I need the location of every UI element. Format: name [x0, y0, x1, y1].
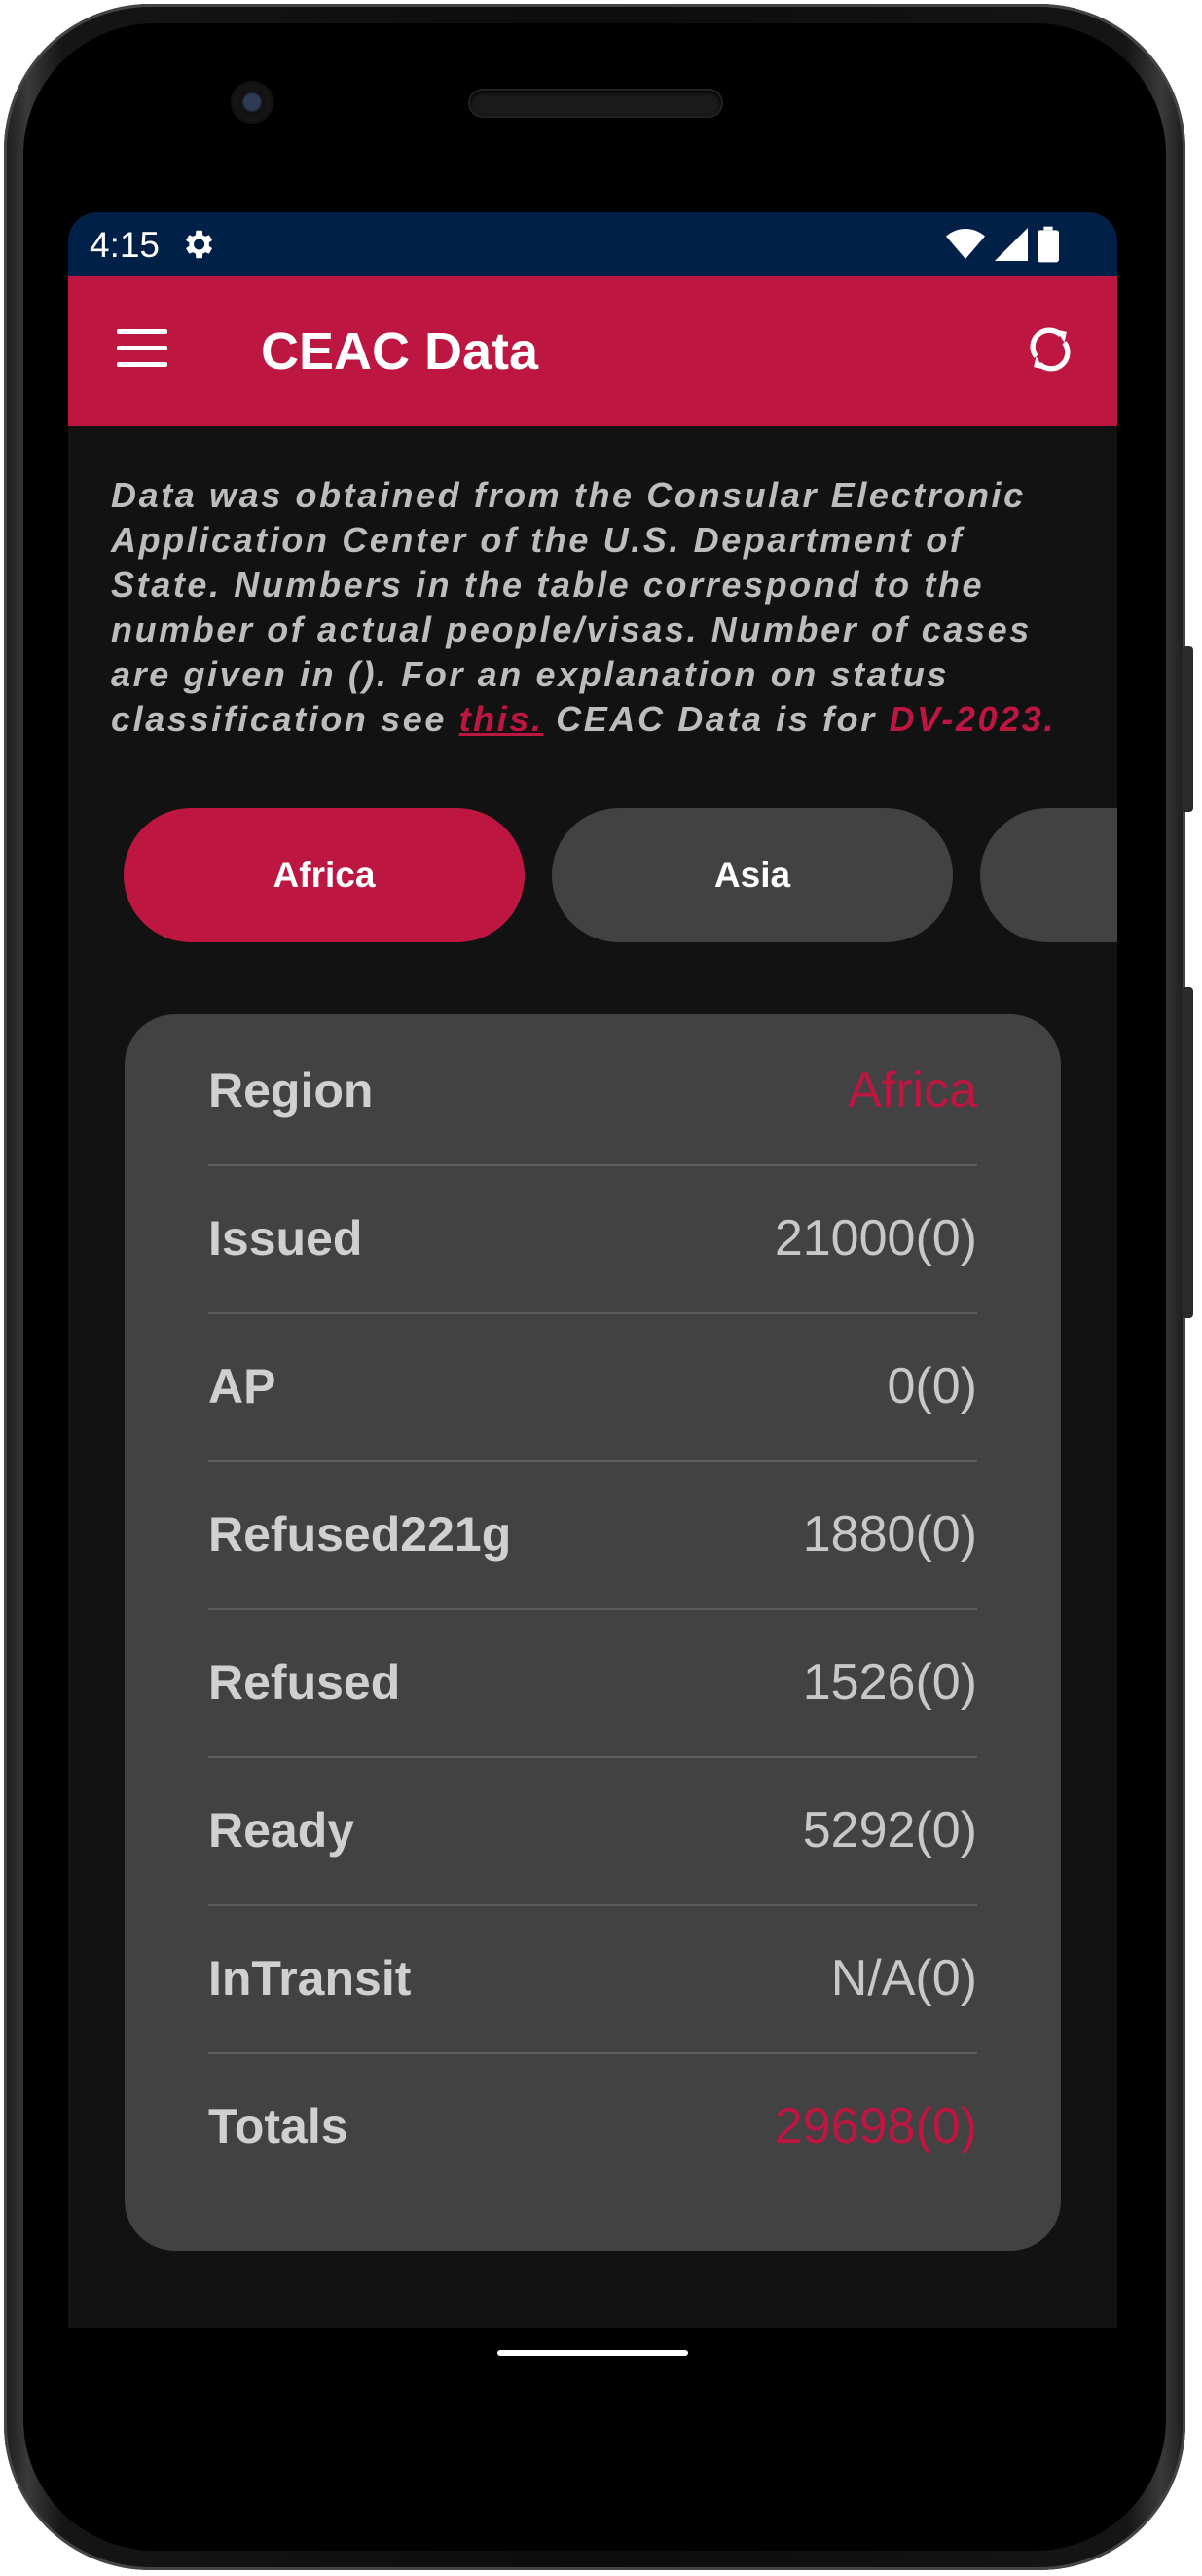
volume-button [1182, 987, 1193, 1318]
refresh-icon[interactable] [1022, 321, 1078, 378]
row-label: Region [208, 1063, 374, 1118]
row-label: Issued [208, 1211, 363, 1266]
data-table-card: Region Africa Issued 21000(0) AP 0(0) Re… [125, 1014, 1061, 2251]
chip-africa[interactable]: Africa [124, 808, 525, 942]
row-label: InTransit [208, 1951, 412, 2006]
app-bar: CEAC Data [68, 276, 1117, 426]
intro-text: Data was obtained from the Consular Elec… [111, 473, 1084, 742]
chip-asia[interactable]: Asia [552, 808, 953, 942]
row-value: 0(0) [887, 1358, 977, 1415]
table-row: Refused221g 1880(0) [208, 1460, 977, 1610]
table-row: Refused 1526(0) [208, 1608, 977, 1758]
table-row: Totals 29698(0) [208, 2052, 977, 2200]
battery-icon [1038, 226, 1059, 263]
table-row: AP 0(0) [208, 1312, 977, 1462]
table-row: Region Africa [208, 1016, 977, 1166]
region-chips: Africa Asia [124, 808, 1117, 944]
home-indicator[interactable] [497, 2350, 688, 2356]
row-value: 29698(0) [774, 2098, 977, 2154]
row-value: N/A(0) [830, 1950, 977, 2006]
table-row: Issued 21000(0) [208, 1164, 977, 1314]
wifi-icon [946, 229, 985, 259]
row-label: Totals [208, 2099, 348, 2153]
earpiece-speaker [470, 91, 721, 116]
row-label: AP [208, 1359, 276, 1414]
table-row: Ready 5292(0) [208, 1756, 977, 1906]
power-button [1182, 646, 1193, 812]
intro-text-2: CEAC Data is for [543, 699, 890, 739]
status-explanation-link[interactable]: this. [459, 699, 544, 739]
row-value: 5292(0) [802, 1802, 977, 1858]
row-value: Africa [848, 1062, 977, 1119]
row-value: 1526(0) [802, 1654, 977, 1711]
signal-icon [995, 228, 1028, 261]
app-title: CEAC Data [261, 322, 539, 381]
row-value: 21000(0) [774, 1210, 977, 1267]
front-camera [234, 84, 271, 121]
row-label: Ready [208, 1803, 355, 1858]
status-icons [946, 226, 1059, 263]
app-screen: 4:15 CEAC Data Data was obtained from th… [68, 212, 1117, 2328]
program-label: DV-2023. [889, 699, 1056, 739]
gear-icon [186, 230, 213, 259]
menu-icon[interactable] [117, 329, 167, 368]
row-value: 1880(0) [802, 1506, 977, 1563]
status-bar: 4:15 [68, 212, 1117, 276]
row-label: Refused221g [208, 1507, 512, 1562]
chip-next[interactable] [980, 808, 1117, 942]
row-label: Refused [208, 1655, 401, 1710]
table-row: InTransit N/A(0) [208, 1904, 977, 2054]
status-time: 4:15 [90, 225, 161, 265]
